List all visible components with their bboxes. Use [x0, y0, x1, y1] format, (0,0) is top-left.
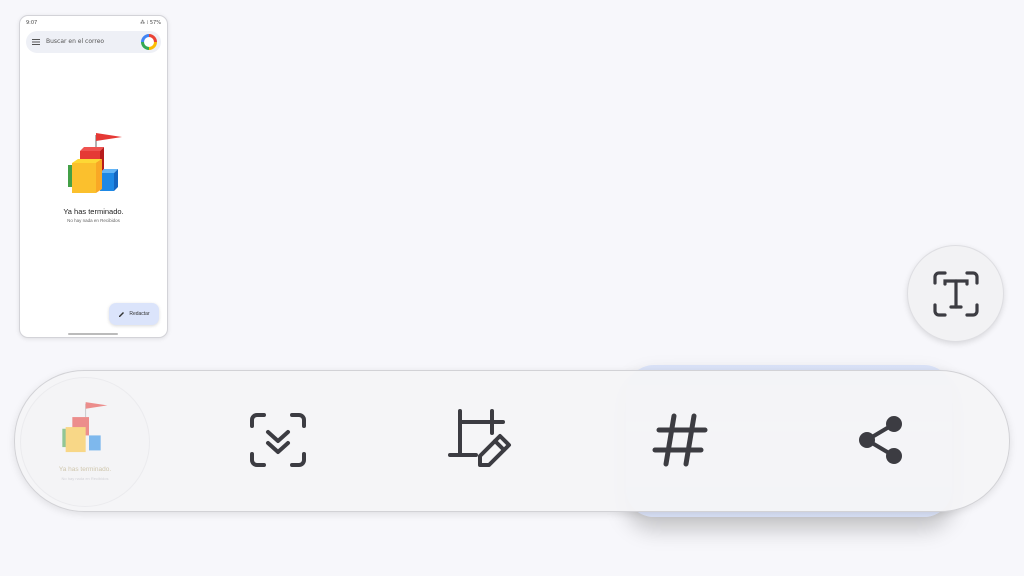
home-indicator [68, 333, 118, 335]
compose-label: Redactar [129, 311, 150, 317]
preview-subtitle: No hay nada en Recibidos [61, 476, 109, 481]
extract-text-button[interactable] [907, 245, 1004, 342]
scroll-capture-icon [250, 413, 306, 467]
menu-icon [32, 39, 40, 45]
status-bar: 9:07 ⁂ ⁞ 57% [26, 20, 161, 28]
hashtag-button[interactable] [645, 405, 715, 475]
compose-button: Redactar [109, 303, 159, 325]
pencil-icon [119, 311, 125, 317]
share-icon [859, 416, 902, 464]
avatar [141, 34, 157, 50]
preview-title: Ya has terminado. [58, 466, 112, 473]
crop-edit-button[interactable] [444, 405, 514, 475]
extract-text-icon [932, 270, 979, 317]
screenshot-thumbnail[interactable]: 9:07 ⁂ ⁞ 57% Buscar en el correo Ya has … [19, 15, 168, 338]
hashtag-icon [652, 413, 708, 467]
empty-inbox-subtitle: No hay nada en Recibidos [67, 218, 120, 223]
mail-search-bar: Buscar en el correo [26, 31, 161, 53]
status-indicators: ⁂ ⁞ 57% [140, 20, 161, 26]
empty-inbox-illustration [68, 133, 122, 193]
toolbar-preview-thumbnail[interactable]: Ya has terminado. No hay nada en Recibid… [20, 377, 150, 507]
scroll-capture-button[interactable] [243, 405, 313, 475]
preview-illustration [62, 402, 108, 453]
status-time: 9:07 [26, 20, 38, 26]
share-button[interactable] [846, 405, 916, 475]
search-placeholder: Buscar en el correo [46, 38, 105, 45]
crop-edit-icon [448, 409, 511, 467]
empty-inbox-title: Ya has terminado. [63, 207, 124, 216]
